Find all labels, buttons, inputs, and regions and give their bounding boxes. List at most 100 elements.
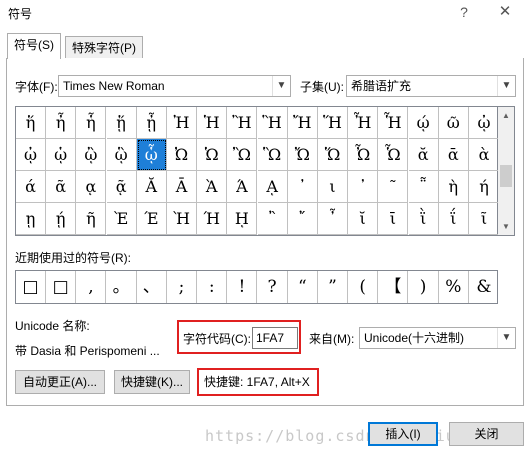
help-button[interactable]: ?	[454, 2, 474, 22]
symbol-cell[interactable]: ι	[318, 171, 348, 203]
symbol-cell[interactable]: ῄ	[46, 203, 77, 235]
from-select[interactable]: Unicode(十六进制) ▼	[359, 327, 516, 349]
chevron-down-icon[interactable]: ▼	[497, 328, 515, 348]
symbol-cell[interactable]: ᾷ	[106, 171, 137, 203]
symbol-cell[interactable]: ῴ	[408, 107, 439, 139]
symbol-cell[interactable]: ὴ	[438, 171, 469, 203]
symbol-cell[interactable]: ὰ	[469, 139, 499, 171]
symbol-cell[interactable]: Ὤ	[287, 139, 318, 171]
symbol-grid[interactable]: ἥἦἧᾕᾖἨἩἪἫἬἭἮἯῴῶᾠᾠᾡᾢᾣᾧὨὩὪὫὬὭὮὯᾰᾱὰάᾶᾳᾷᾸᾹᾺΆ…	[15, 106, 499, 236]
symbol-cell[interactable]: ᾡ	[46, 139, 77, 171]
recent-symbol-cell[interactable]: ,	[76, 271, 107, 303]
symbol-cell[interactable]: Ᾰ	[136, 171, 167, 203]
symbol-cell[interactable]: Ά	[227, 171, 258, 203]
symbol-cell[interactable]: ῏	[318, 203, 348, 235]
symbol-cell[interactable]: ῖ	[469, 203, 499, 235]
subset-select[interactable]: 希腊语扩充 ▼	[346, 75, 516, 97]
symbol-cell[interactable]: ῆ	[76, 203, 107, 235]
symbol-cell[interactable]: ᾶ	[46, 171, 77, 203]
symbol-cell[interactable]: Ἢ	[227, 107, 258, 139]
symbol-cell[interactable]: Ἠ	[167, 107, 197, 139]
symbol-cell[interactable]: Ἥ	[318, 107, 348, 139]
recent-symbol-cell[interactable]: 。	[107, 271, 137, 303]
symbol-cell[interactable]: ᾧ	[136, 139, 167, 171]
recent-symbol-cell[interactable]: 、	[137, 271, 167, 303]
symbol-cell[interactable]: ᾿	[348, 171, 379, 203]
symbol-cell[interactable]: Ὰ	[197, 171, 228, 203]
symbol-cell[interactable]: Ὣ	[257, 139, 288, 171]
symbol-cell[interactable]: ᾖ	[136, 107, 167, 139]
recent-symbol-cell[interactable]: □	[46, 271, 77, 303]
symbol-cell[interactable]: Ὲ	[106, 203, 137, 235]
symbol-cell[interactable]: ά	[16, 171, 46, 203]
tab-symbols[interactable]: 符号(S)	[7, 33, 61, 59]
symbol-cell[interactable]: Ὧ	[378, 139, 409, 171]
grid-scrollbar[interactable]: ▲ ▼	[498, 106, 515, 236]
close-button[interactable]: 关闭	[449, 422, 524, 446]
symbol-cell[interactable]: Ἧ	[378, 107, 409, 139]
symbol-cell[interactable]: ή	[469, 171, 499, 203]
symbol-cell[interactable]: ῀	[378, 171, 409, 203]
chevron-down-icon[interactable]: ▼	[272, 76, 290, 96]
symbol-cell[interactable]: ᾣ	[106, 139, 137, 171]
symbol-cell[interactable]: Ᾱ	[167, 171, 197, 203]
symbol-cell[interactable]: ῶ	[438, 107, 469, 139]
symbol-cell[interactable]: ῑ	[378, 203, 409, 235]
autocorrect-button[interactable]: 自动更正(A)...	[15, 370, 105, 394]
symbol-cell[interactable]: ᾼ	[257, 171, 288, 203]
symbol-cell[interactable]: ᾢ	[76, 139, 107, 171]
symbol-cell[interactable]: ᾳ	[76, 171, 107, 203]
scroll-thumb[interactable]	[500, 165, 512, 187]
chevron-down-icon[interactable]: ▼	[497, 76, 515, 96]
recent-symbol-cell[interactable]: (	[348, 271, 379, 303]
symbol-cell[interactable]: ῎	[287, 203, 318, 235]
symbol-cell[interactable]: Ή	[197, 203, 228, 235]
symbol-cell[interactable]: Ὦ	[348, 139, 379, 171]
recent-symbol-cell[interactable]: ”	[318, 271, 348, 303]
symbol-cell[interactable]: Ὴ	[167, 203, 197, 235]
symbol-cell[interactable]: Έ	[136, 203, 167, 235]
symbol-cell[interactable]: ῒ	[408, 203, 439, 235]
symbol-cell[interactable]: Ὠ	[167, 139, 197, 171]
recent-symbol-cell[interactable]: 【	[378, 271, 409, 303]
recent-symbol-cell[interactable]: “	[288, 271, 318, 303]
recent-symbol-cell[interactable]: &	[469, 271, 499, 303]
symbol-cell[interactable]: ᾕ	[106, 107, 137, 139]
symbol-cell[interactable]: ἦ	[46, 107, 77, 139]
scroll-down-icon[interactable]: ▼	[498, 218, 514, 235]
symbol-cell[interactable]: Ὥ	[318, 139, 348, 171]
recent-symbol-cell[interactable]: ?	[258, 271, 288, 303]
recent-symbol-cell[interactable]: □	[16, 271, 46, 303]
scroll-up-icon[interactable]: ▲	[498, 107, 514, 124]
symbol-cell[interactable]: ἧ	[76, 107, 107, 139]
symbol-cell[interactable]: ᾰ	[408, 139, 439, 171]
insert-button[interactable]: 插入(I)	[368, 422, 438, 446]
font-select[interactable]: Times New Roman ▼	[58, 75, 291, 97]
symbol-cell[interactable]: ᾠ	[16, 139, 46, 171]
symbol-cell[interactable]: Ἣ	[257, 107, 288, 139]
symbol-cell[interactable]: ῌ	[227, 203, 258, 235]
symbol-cell[interactable]: Ὢ	[227, 139, 258, 171]
recent-symbol-cell[interactable]: ;	[167, 271, 197, 303]
symbol-cell[interactable]: ἥ	[16, 107, 46, 139]
symbol-cell[interactable]: Ὡ	[197, 139, 228, 171]
symbol-cell[interactable]: ΐ	[438, 203, 469, 235]
recent-symbol-cell[interactable]: !	[227, 271, 258, 303]
symbol-cell[interactable]: Ἦ	[348, 107, 379, 139]
symbol-cell[interactable]: ᾱ	[438, 139, 469, 171]
symbol-cell[interactable]: Ἤ	[287, 107, 318, 139]
symbol-cell[interactable]: ῍	[257, 203, 288, 235]
symbol-cell[interactable]: ῐ	[348, 203, 379, 235]
symbol-cell[interactable]: ᾽	[287, 171, 318, 203]
close-icon[interactable]: ✕	[494, 1, 516, 23]
recent-symbol-cell[interactable]: %	[439, 271, 469, 303]
recent-symbols[interactable]: □ □,。、;:!? “”(【)% &	[15, 270, 498, 304]
symbol-cell[interactable]: ῁	[408, 171, 439, 203]
char-code-input[interactable]: 1FA7	[252, 327, 298, 349]
shortcut-key-button[interactable]: 快捷键(K)...	[114, 370, 190, 394]
recent-symbol-cell[interactable]: )	[409, 271, 439, 303]
symbol-cell[interactable]: ῃ	[16, 203, 46, 235]
tab-special-characters[interactable]: 特殊字符(P)	[65, 36, 143, 59]
symbol-cell[interactable]: Ἡ	[197, 107, 228, 139]
recent-symbol-cell[interactable]: :	[197, 271, 228, 303]
